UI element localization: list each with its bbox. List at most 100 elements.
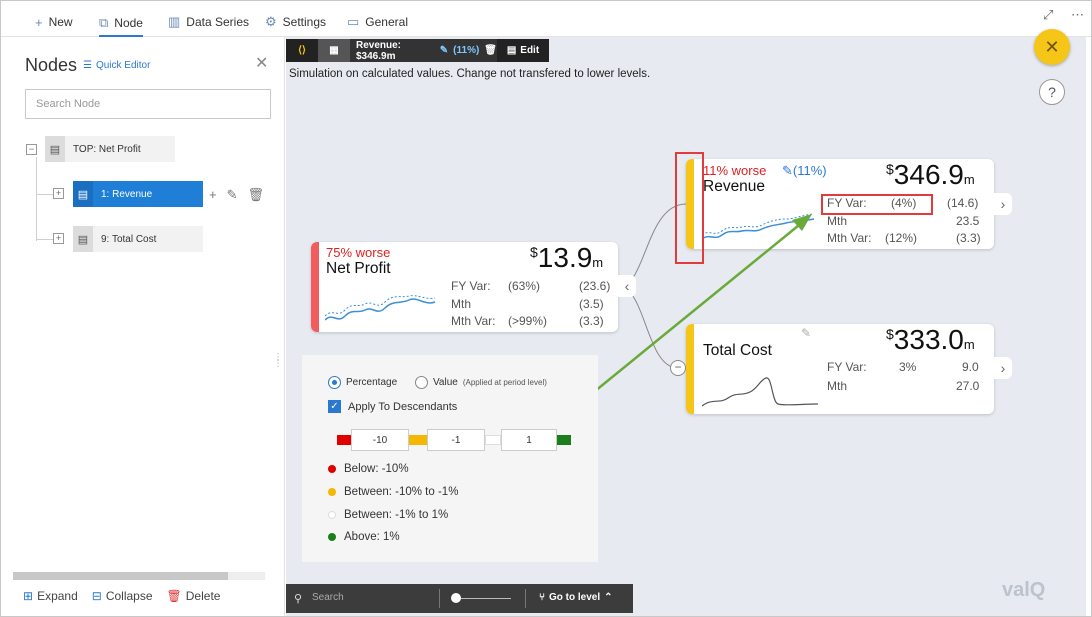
node-tree-icon: ⧉ xyxy=(99,15,109,30)
percentage-option[interactable]: Percentage xyxy=(328,376,397,389)
legend-item-between-low: Between: -10% to -1% xyxy=(328,486,458,498)
legend-item-below: Below: -10% xyxy=(328,463,409,475)
legend-label: Between: -10% to -1% xyxy=(344,486,459,498)
tab-new-label: New xyxy=(48,15,73,29)
quick-editor-link[interactable]: ☰ Quick Editor xyxy=(83,60,150,71)
go-to-level-label: Go to level xyxy=(549,592,601,603)
tree-node-net-profit[interactable]: ▤ TOP: Net Profit xyxy=(45,136,175,162)
node-icon: ▤ xyxy=(73,226,93,252)
yellow-dot-icon xyxy=(328,488,336,496)
threshold-input-low[interactable]: -10 xyxy=(351,429,409,451)
trash-icon: 🗑 xyxy=(166,589,182,603)
app-window: + New ⧉ Node ▥ Data Series ⚙ Settings ▭ … xyxy=(0,0,1092,617)
quick-editor-icon: ☰ xyxy=(83,60,92,71)
legend-item-above: Above: 1% xyxy=(328,531,400,543)
search-icon: ⚲ xyxy=(294,593,303,605)
zoom-slider-thumb[interactable] xyxy=(451,593,461,603)
apply-descendants-label: Apply To Descendants xyxy=(348,400,458,413)
tab-general-label: General xyxy=(365,15,408,29)
close-panel-icon[interactable]: ✕ xyxy=(255,53,268,73)
expand-label: Expand xyxy=(37,589,78,603)
canvas-area: ⟨⟩ ▦ Revenue: $346.9m ✎ (11%) 🗑 ▤ Edit S… xyxy=(286,37,1086,616)
bottom-toolbar: ⚲ Search ⑂ Go to level ⌃ xyxy=(286,584,633,613)
node-actions: + ✎ 🗑 xyxy=(209,187,264,203)
monitor-icon: ▭ xyxy=(347,14,360,29)
expand-button[interactable]: ⊞ Expand xyxy=(23,589,78,603)
add-node-icon[interactable]: + xyxy=(209,187,217,203)
value-option[interactable]: Value (Applied at period level) xyxy=(415,376,547,389)
apply-descendants-option[interactable]: ✓ Apply To Descendants xyxy=(328,400,457,413)
node-icon: ▤ xyxy=(73,181,93,207)
tree-node-label: TOP: Net Profit xyxy=(73,143,141,155)
collapse-toggle-icon[interactable]: − xyxy=(26,144,37,155)
tree-connector xyxy=(36,157,37,241)
threshold-legend-panel: Percentage Value (Applied at period leve… xyxy=(302,355,598,562)
tab-node-label: Node xyxy=(114,16,143,30)
green-dot-icon xyxy=(328,533,336,541)
gear-icon: ⚙ xyxy=(265,14,277,29)
bar-chart-icon: ▥ xyxy=(168,14,181,29)
red-range xyxy=(337,435,351,445)
collapse-label: Collapse xyxy=(105,589,153,603)
top-tab-bar: + New ⧉ Node ▥ Data Series ⚙ Settings ▭ … xyxy=(1,1,1091,37)
tab-data-series-label: Data Series xyxy=(186,15,249,29)
nodes-title: Nodes xyxy=(25,55,78,75)
percentage-label: Percentage xyxy=(346,377,398,388)
tree-node-revenue[interactable]: ▤ 1: Revenue xyxy=(73,181,203,207)
close-icon[interactable]: ✕ xyxy=(1034,29,1070,65)
bottom-search-input[interactable]: Search xyxy=(312,592,344,603)
chevron-up-icon: ⌃ xyxy=(604,592,613,603)
value-label: Value xyxy=(433,377,458,388)
white-range xyxy=(485,435,501,445)
nodes-panel: Nodes ☰ Quick Editor ✕ Search Node − ▤ T… xyxy=(1,37,292,616)
divider xyxy=(439,589,440,608)
divider xyxy=(525,589,526,608)
search-node-input[interactable]: Search Node xyxy=(25,89,271,119)
threshold-input-high[interactable]: 1 xyxy=(501,429,557,451)
expand-all-icon: ⊞ xyxy=(23,589,34,603)
trash-icon[interactable]: 🗑 xyxy=(248,187,265,203)
green-range xyxy=(557,435,571,445)
percentage-radio[interactable] xyxy=(328,376,341,389)
delete-button[interactable]: 🗑 Delete xyxy=(167,589,221,603)
white-dot-icon xyxy=(328,511,336,519)
apply-descendants-checkbox[interactable]: ✓ xyxy=(328,400,341,413)
horizontal-scrollbar[interactable] xyxy=(13,572,265,580)
brand-logo: valQ xyxy=(1002,579,1046,601)
more-options-icon[interactable]: ⋯ xyxy=(1071,7,1084,23)
panel-footer: ⊞ Expand ⊟ Collapse 🗑 Delete xyxy=(23,589,220,603)
legend-label: Above: 1% xyxy=(344,531,400,543)
tab-settings[interactable]: ⚙ Settings xyxy=(265,11,326,33)
tab-general[interactable]: ▭ General xyxy=(347,11,408,33)
tab-new[interactable]: + New xyxy=(35,11,73,33)
tab-data-series[interactable]: ▥ Data Series xyxy=(168,11,249,33)
scrollbar-thumb[interactable] xyxy=(13,572,228,580)
yellow-range xyxy=(409,435,427,445)
tab-node[interactable]: ⧉ Node xyxy=(99,11,143,37)
delete-label: Delete xyxy=(185,589,221,603)
help-icon[interactable]: ? xyxy=(1039,79,1065,105)
expand-toggle-icon[interactable]: + xyxy=(53,233,64,244)
collapse-all-icon: ⊟ xyxy=(91,589,102,603)
edit-node-icon[interactable]: ✎ xyxy=(227,187,238,203)
node-icon: ▤ xyxy=(45,136,65,162)
expand-window-icon[interactable]: ⤢ xyxy=(1043,7,1053,23)
threshold-input-mid[interactable]: -1 xyxy=(427,429,485,451)
go-to-level-button[interactable]: ⑂ Go to level ⌃ xyxy=(539,592,613,603)
expand-toggle-icon[interactable]: + xyxy=(53,188,64,199)
quick-editor-label: Quick Editor xyxy=(95,60,151,71)
value-radio[interactable] xyxy=(415,376,428,389)
tree-node-label: 1: Revenue xyxy=(101,188,153,200)
tab-settings-label: Settings xyxy=(282,15,327,29)
red-dot-icon xyxy=(328,465,336,473)
tree-node-total-cost[interactable]: ▤ 9: Total Cost xyxy=(73,226,203,252)
legend-label: Below: -10% xyxy=(344,463,409,475)
legend-label: Between: -1% to 1% xyxy=(344,509,449,521)
tree-node-label: 9: Total Cost xyxy=(101,233,157,245)
legend-item-between-mid: Between: -1% to 1% xyxy=(328,509,448,521)
hierarchy-icon: ⑂ xyxy=(539,592,545,603)
plus-icon: + xyxy=(35,14,43,30)
value-note: (Applied at period level) xyxy=(462,378,547,387)
zoom-slider-track[interactable] xyxy=(453,598,511,599)
collapse-button[interactable]: ⊟ Collapse xyxy=(92,589,153,603)
